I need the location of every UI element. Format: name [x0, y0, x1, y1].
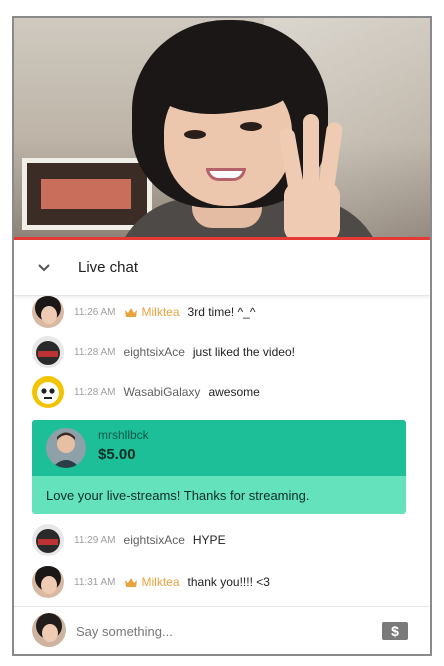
message-text: just liked the video!: [192, 345, 295, 359]
superchat-amount: $5.00: [98, 446, 136, 463]
crown-icon: [124, 307, 138, 318]
video-player[interactable]: [14, 18, 430, 240]
timestamp: 11:28 AM: [74, 386, 116, 398]
chat-message: 11:31 AM Milktea thank you!!!! <3: [14, 562, 430, 600]
author-name[interactable]: eightsixAce: [124, 345, 185, 359]
app-frame: Live chat 11:26 AM Milktea 3rd time! ^_^…: [12, 16, 432, 656]
message-text: 3rd time! ^_^: [187, 305, 256, 319]
chat-header: Live chat: [14, 240, 430, 296]
timestamp: 11:28 AM: [74, 346, 116, 358]
superchat-avatar-icon[interactable]: [46, 428, 86, 468]
dollar-icon[interactable]: $: [380, 619, 410, 643]
super-chat-card[interactable]: mrshllbck $5.00 Love your live-streams! …: [32, 420, 406, 514]
crown-icon: [124, 577, 138, 588]
superchat-author[interactable]: mrshllbck: [98, 428, 149, 442]
author-name[interactable]: Milktea: [142, 305, 180, 319]
author-name[interactable]: Milktea: [142, 575, 180, 589]
chat-input-bar: $: [14, 606, 430, 654]
chat-message: 11:29 AM eightsixAce HYPE: [14, 520, 430, 560]
chat-messages[interactable]: 11:26 AM Milktea 3rd time! ^_^ 11:28 AM …: [14, 296, 430, 600]
author-name[interactable]: eightsixAce: [124, 533, 185, 547]
svg-text:$: $: [391, 623, 399, 639]
timestamp: 11:26 AM: [74, 306, 116, 318]
superchat-message: Love your live-streams! Thanks for strea…: [46, 487, 310, 503]
chat-message-input[interactable]: [76, 621, 366, 641]
message-text: HYPE: [192, 533, 226, 547]
chat-message: 11:28 AM WasabiGalaxy awesome: [14, 372, 430, 412]
timestamp: 11:29 AM: [74, 534, 116, 546]
timestamp: 11:31 AM: [74, 576, 116, 588]
helmet-avatar-icon[interactable]: [32, 336, 64, 368]
girl-avatar-icon[interactable]: [32, 296, 64, 328]
three-fingers-gesture: [277, 110, 344, 240]
robot-avatar-icon[interactable]: [32, 376, 64, 408]
chevron-down-icon[interactable]: [24, 263, 64, 273]
helmet-avatar-icon[interactable]: [32, 524, 64, 556]
user-avatar-icon[interactable]: [32, 613, 66, 647]
chat-title: Live chat: [78, 259, 139, 276]
message-text: thank you!!!! <3: [187, 575, 270, 589]
author-name[interactable]: WasabiGalaxy: [124, 385, 201, 399]
message-text: awesome: [208, 385, 260, 399]
chat-message: 11:28 AM eightsixAce just liked the vide…: [14, 332, 430, 372]
girl-avatar-icon[interactable]: [32, 566, 64, 598]
chat-message: 11:26 AM Milktea 3rd time! ^_^: [14, 296, 430, 332]
wall-picture: [22, 158, 152, 230]
